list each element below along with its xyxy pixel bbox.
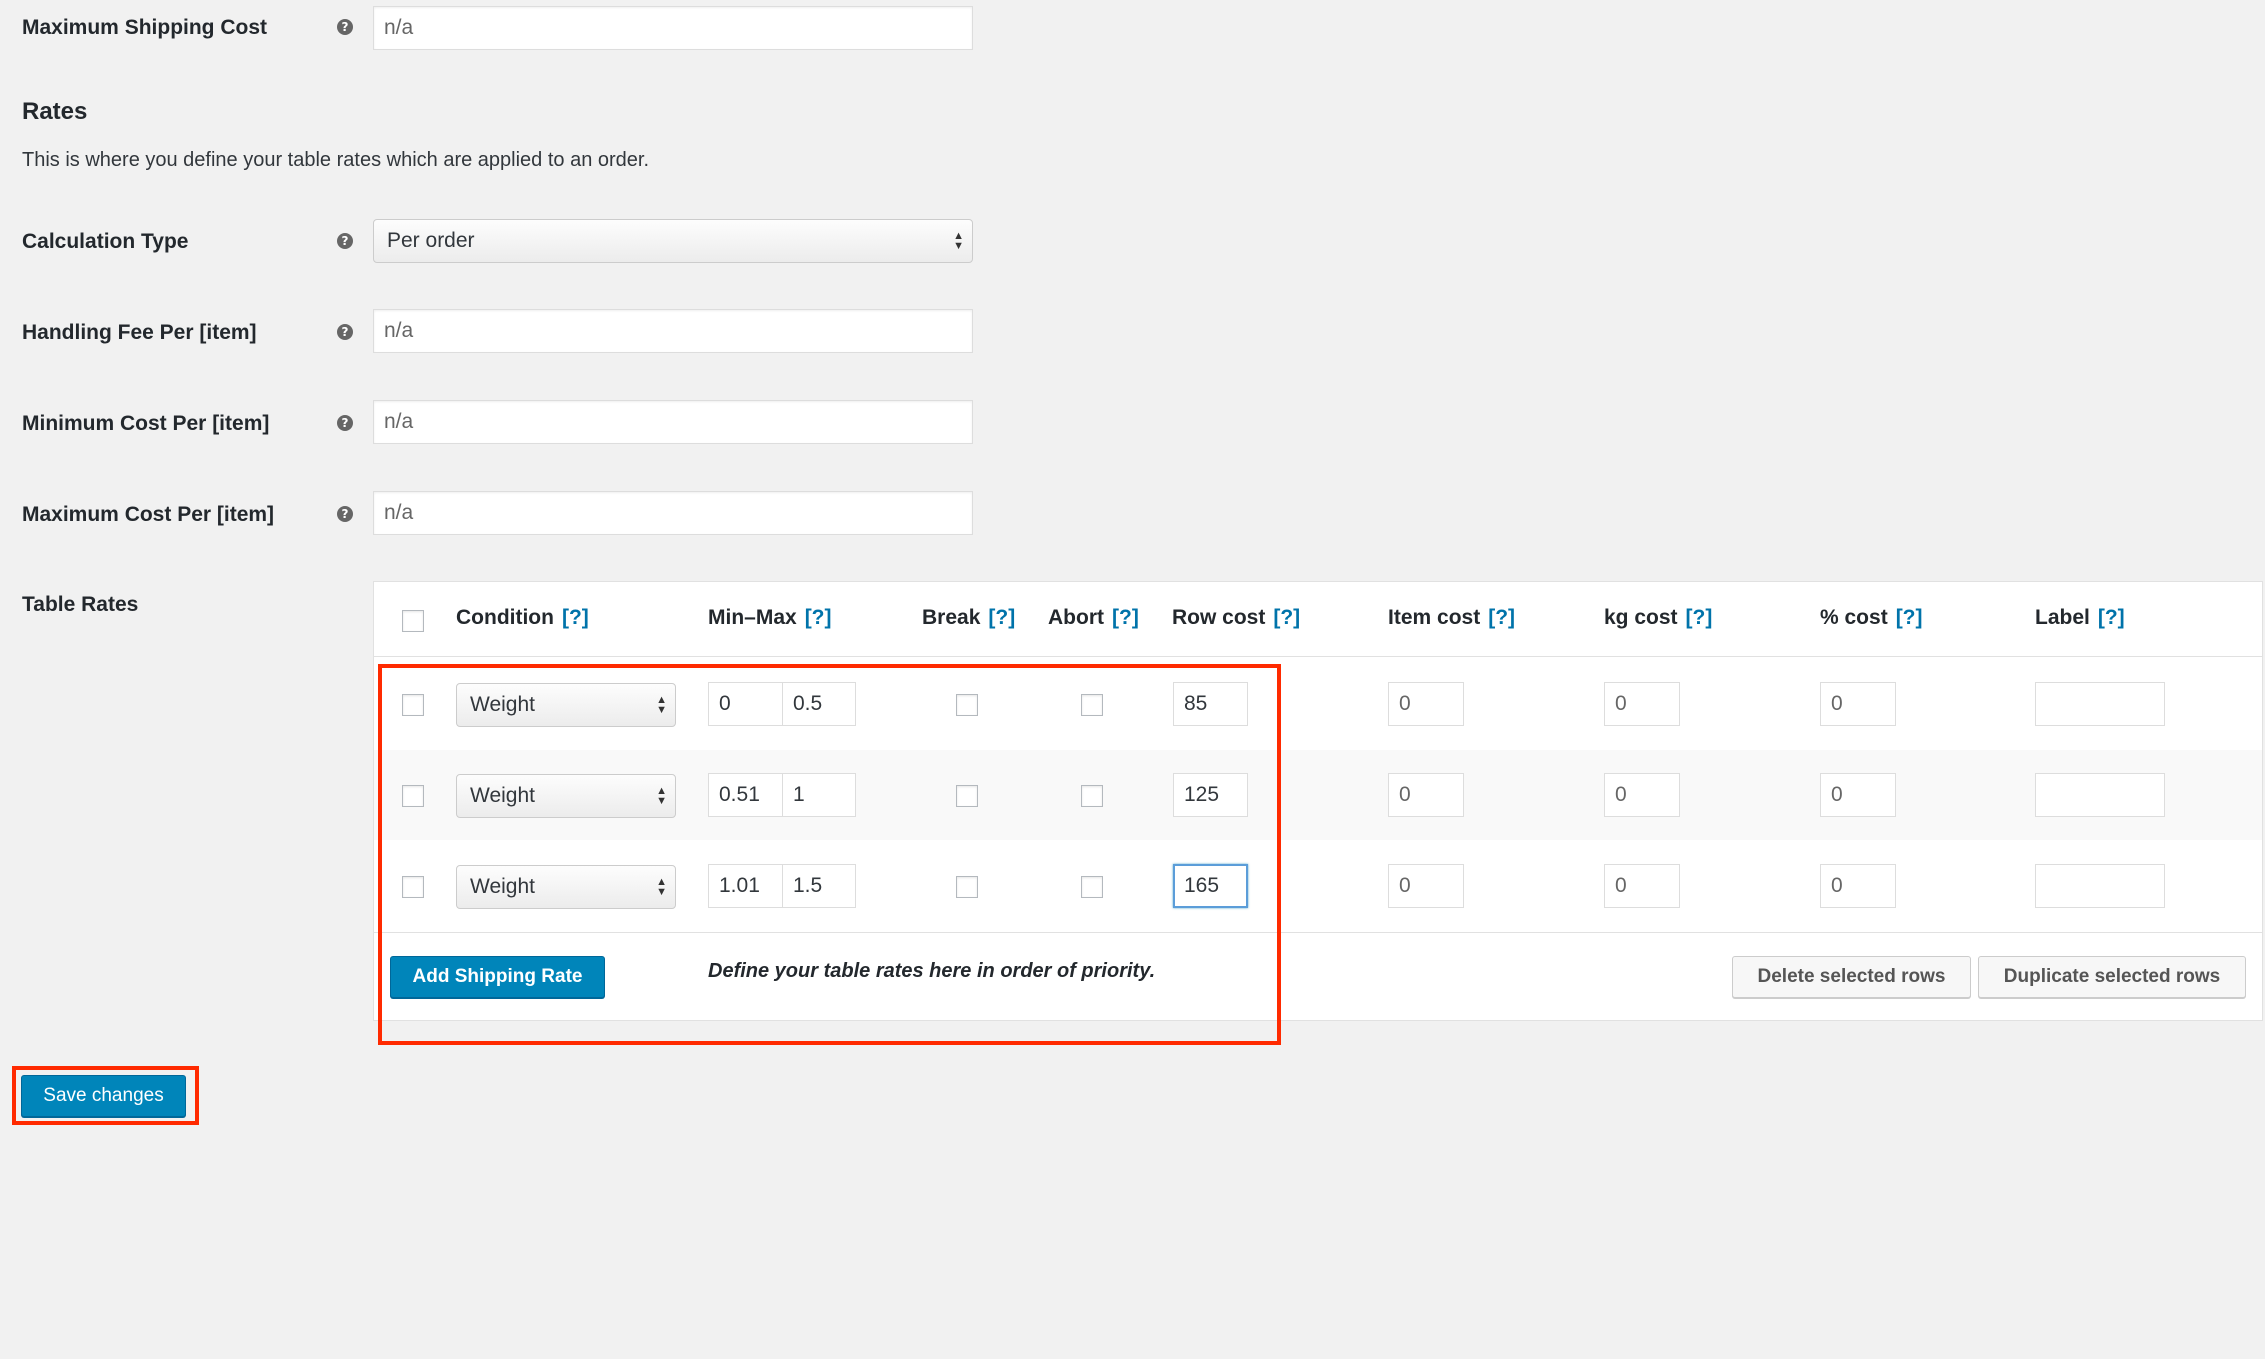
column-label: Min–Max	[708, 606, 797, 629]
kg-cost-input[interactable]: 0	[1604, 864, 1680, 908]
help-link[interactable]: [?]	[1273, 606, 1300, 629]
maximum-cost-input[interactable]	[373, 491, 973, 535]
calculation-type-select[interactable]: Per order ▲ ▼	[373, 219, 973, 263]
help-link[interactable]: [?]	[988, 606, 1015, 629]
help-icon[interactable]: ?	[337, 506, 353, 522]
column-label: Condition	[456, 606, 554, 629]
select-all-checkbox[interactable]	[402, 610, 424, 632]
minimum-cost-label: Minimum Cost Per [item]	[22, 412, 270, 435]
column-percent-cost: % cost [?]	[1820, 606, 1923, 630]
help-link[interactable]: [?]	[1488, 606, 1515, 629]
label-input[interactable]	[2035, 773, 2165, 817]
handling-fee-input[interactable]	[373, 309, 973, 353]
table-rates-label: Table Rates	[22, 593, 139, 616]
column-label: Abort	[1048, 606, 1104, 629]
delete-selected-rows-button[interactable]: Delete selected rows	[1732, 956, 1971, 998]
kg-cost-input[interactable]: 0	[1604, 682, 1680, 726]
help-link[interactable]: [?]	[805, 606, 832, 629]
percent-cost-input[interactable]: 0	[1820, 773, 1896, 817]
column-label-col: Label [?]	[2035, 606, 2125, 630]
column-label: % cost	[1820, 606, 1888, 629]
kg-cost-input[interactable]: 0	[1604, 773, 1680, 817]
column-label: Label	[2035, 606, 2090, 629]
column-label: Break	[922, 606, 981, 629]
max-shipping-cost-label: Maximum Shipping Cost	[22, 16, 268, 39]
column-row-cost: Row cost [?]	[1172, 606, 1300, 630]
select-arrows-icon: ▲ ▼	[953, 230, 964, 252]
column-label: Row cost	[1172, 606, 1266, 629]
rates-description: This is where you define your table rate…	[22, 149, 650, 171]
help-link[interactable]: [?]	[1112, 606, 1139, 629]
label-input[interactable]	[2035, 682, 2165, 726]
item-cost-input[interactable]: 0	[1388, 864, 1464, 908]
calculation-type-value: Per order	[387, 229, 475, 252]
item-cost-input[interactable]: 0	[1388, 773, 1464, 817]
column-abort: Abort [?]	[1048, 606, 1139, 630]
handling-fee-label: Handling Fee Per [item]	[22, 321, 257, 344]
help-icon[interactable]: ?	[337, 324, 353, 340]
percent-cost-input[interactable]: 0	[1820, 864, 1896, 908]
help-icon[interactable]: ?	[337, 415, 353, 431]
label-input[interactable]	[2035, 864, 2165, 908]
column-condition: Condition [?]	[456, 606, 589, 630]
help-icon[interactable]: ?	[337, 233, 353, 249]
column-label: kg cost	[1604, 606, 1678, 629]
duplicate-selected-rows-button[interactable]: Duplicate selected rows	[1978, 956, 2246, 998]
help-icon[interactable]: ?	[337, 19, 353, 35]
item-cost-input[interactable]: 0	[1388, 682, 1464, 726]
column-break: Break [?]	[922, 606, 1015, 630]
percent-cost-input[interactable]: 0	[1820, 682, 1896, 726]
rates-heading: Rates	[22, 98, 88, 125]
calculation-type-label: Calculation Type	[22, 230, 189, 253]
maximum-cost-label: Maximum Cost Per [item]	[22, 503, 275, 526]
help-link[interactable]: [?]	[2098, 606, 2125, 629]
highlight-box-table-rows	[378, 664, 1281, 1045]
highlight-box-save	[12, 1066, 199, 1125]
table-header-divider	[374, 656, 2262, 657]
help-link[interactable]: [?]	[1896, 606, 1923, 629]
column-label: Item cost	[1388, 606, 1481, 629]
help-link[interactable]: [?]	[1686, 606, 1713, 629]
column-kg-cost: kg cost [?]	[1604, 606, 1712, 630]
minimum-cost-input[interactable]	[373, 400, 973, 444]
column-min-max: Min–Max [?]	[708, 606, 832, 630]
max-shipping-cost-input[interactable]	[373, 6, 973, 50]
column-item-cost: Item cost [?]	[1388, 606, 1515, 630]
help-link[interactable]: [?]	[562, 606, 589, 629]
